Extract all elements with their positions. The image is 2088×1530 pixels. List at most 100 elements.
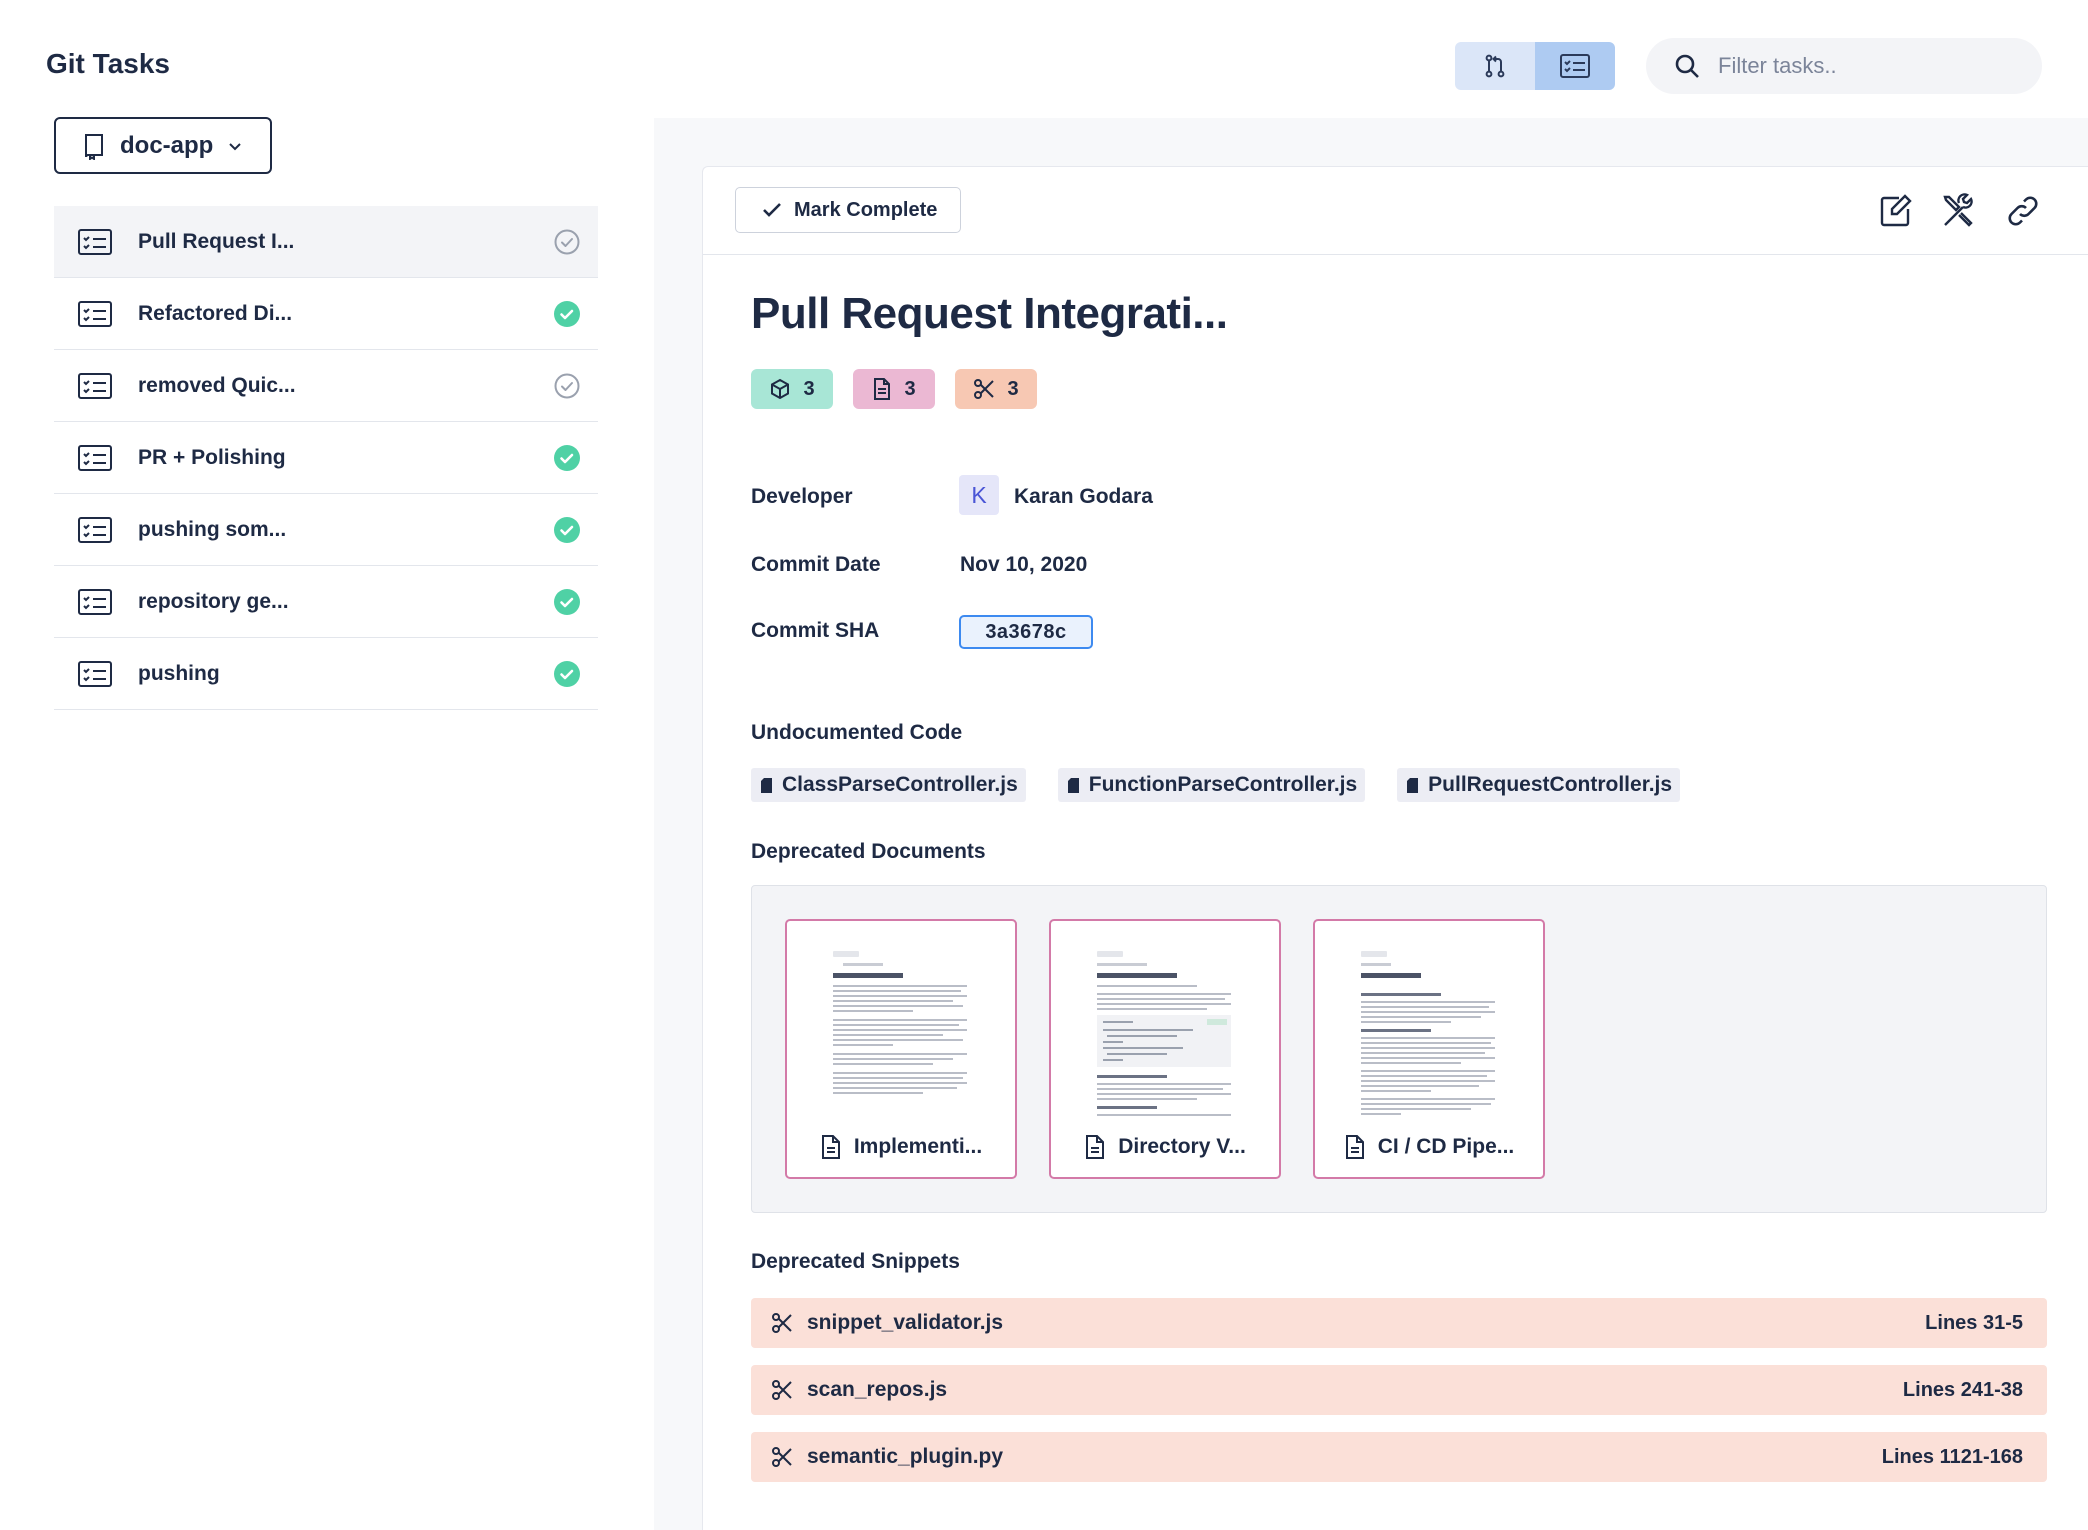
check-circle-filled-icon[interactable] [554, 589, 580, 615]
commit-date: Nov 10, 2020 [960, 553, 1088, 576]
deprecated-documents-title: Deprecated Documents [751, 840, 986, 863]
task-item[interactable]: removed Quic... [54, 350, 598, 422]
check-circle-outline-icon[interactable] [554, 373, 580, 399]
document-count-badge[interactable]: 3 [853, 369, 935, 409]
task-list: Pull Request I... Refactored Di... removed… [54, 206, 598, 710]
file-icon [1407, 777, 1419, 793]
link-icon[interactable] [2005, 193, 2041, 229]
mark-complete-button[interactable]: Mark Complete [735, 187, 961, 233]
task-item[interactable]: pushing [54, 638, 598, 710]
snippet-name: snippet_validator.js [807, 1311, 1004, 1334]
snippet-lines: Lines 241-38 [1902, 1378, 2023, 1401]
file-name: PullRequestController.js [1428, 773, 1673, 796]
chevron-down-icon [227, 138, 243, 154]
file-chip[interactable]: ClassParseController.js [751, 768, 1026, 802]
document-icon [1084, 1135, 1106, 1159]
task-label: PR + Polishing [138, 445, 286, 469]
repo-book-icon [82, 132, 106, 160]
document-thumbnail [1361, 951, 1495, 1115]
task-item[interactable]: Pull Request I... [54, 206, 598, 278]
repo-selector[interactable]: doc-app [54, 117, 272, 174]
scissors-icon [973, 378, 995, 400]
document-name: Implementi... [853, 1135, 983, 1158]
file-chip[interactable]: PullRequestController.js [1397, 768, 1681, 802]
task-label: Refactored Di... [138, 301, 293, 325]
badge-count: 3 [904, 377, 916, 400]
file-chip[interactable]: FunctionParseController.js [1057, 768, 1366, 802]
task-label: pushing [138, 661, 220, 685]
file-icon [761, 777, 772, 793]
task-label: pushing som... [138, 517, 287, 541]
code-count-badge[interactable]: 3 [751, 369, 833, 409]
check-circle-outline-icon[interactable] [554, 229, 580, 255]
document-card[interactable]: Implementi... [785, 919, 1017, 1179]
task-label: removed Quic... [138, 373, 296, 397]
scissors-icon [771, 1312, 793, 1334]
snippet-row[interactable]: semantic_plugin.py Lines 1121-168 [751, 1432, 2047, 1482]
check-circle-filled-icon[interactable] [554, 517, 580, 543]
checklist-icon [1560, 54, 1590, 78]
avatar: K [959, 475, 999, 515]
undocumented-file-list: ClassParseController.js FunctionParseCon… [751, 768, 1681, 802]
check-circle-filled-icon[interactable] [554, 445, 580, 471]
document-name: Directory V... [1118, 1135, 1246, 1158]
badge-count: 3 [1007, 377, 1019, 400]
checklist-icon [78, 516, 112, 543]
cube-icon [769, 378, 791, 400]
document-icon [872, 378, 892, 400]
git-pull-request-icon [1483, 53, 1507, 79]
deprecated-documents-panel: Implementi... Directory V... CI / CD Pip… [751, 885, 2047, 1213]
checklist-icon [78, 444, 112, 471]
search-icon [1674, 53, 1700, 79]
document-card[interactable]: CI / CD Pipe... [1313, 919, 1545, 1179]
document-name: CI / CD Pipe... [1377, 1135, 1515, 1158]
commit-sha[interactable]: 3a3678c [959, 615, 1093, 649]
developer-name: Karan Godara [1014, 485, 1153, 508]
document-card[interactable]: Directory V... [1049, 919, 1281, 1179]
commit-sha-label: Commit SHA [751, 619, 880, 642]
document-icon [1344, 1135, 1366, 1159]
file-icon [1067, 777, 1079, 793]
app-title: Git Tasks [46, 48, 170, 79]
check-circle-filled-icon[interactable] [554, 301, 580, 327]
task-label: repository ge... [138, 589, 289, 613]
pull-request-view-button[interactable] [1455, 42, 1535, 90]
undocumented-code-title: Undocumented Code [751, 721, 963, 744]
task-item[interactable]: pushing som... [54, 494, 598, 566]
task-item[interactable]: repository ge... [54, 566, 598, 638]
checklist-icon [78, 660, 112, 687]
document-caption: Directory V... [1051, 1135, 1279, 1159]
search-input[interactable] [1718, 53, 2018, 79]
document-thumbnail [833, 951, 967, 1094]
task-item[interactable]: Refactored Di... [54, 278, 598, 350]
scissors-icon [771, 1379, 793, 1401]
task-detail-panel: Mark Complete Pull Request Integrati... [702, 166, 2088, 1530]
developer-label: Developer [751, 485, 853, 508]
scissors-icon [771, 1446, 793, 1468]
snippet-row[interactable]: scan_repos.js Lines 241-38 [751, 1365, 2047, 1415]
mark-complete-label: Mark Complete [794, 198, 938, 221]
badge-count: 3 [803, 377, 815, 400]
snippet-count-badge[interactable]: 3 [955, 369, 1037, 409]
document-caption: Implementi... [787, 1135, 1015, 1159]
badge-row: 3 3 3 [751, 369, 1037, 409]
file-name: ClassParseController.js [782, 773, 1018, 796]
snippet-name: semantic_plugin.py [807, 1445, 1004, 1468]
deprecated-snippets-title: Deprecated Snippets [751, 1250, 960, 1273]
search-bar [1646, 38, 2042, 94]
task-item[interactable]: PR + Polishing [54, 422, 598, 494]
task-list-view-button[interactable] [1535, 42, 1615, 90]
checklist-icon [78, 228, 112, 255]
check-circle-filled-icon[interactable] [554, 661, 580, 687]
check-icon [762, 201, 782, 219]
checklist-icon [78, 300, 112, 327]
view-toggle [1455, 42, 1615, 90]
snippet-lines: Lines 1121-168 [1881, 1445, 2023, 1468]
repo-name: doc-app [120, 131, 214, 159]
snippet-row[interactable]: snippet_validator.js Lines 31-5 [751, 1298, 2047, 1348]
edit-icon[interactable] [1877, 193, 1913, 229]
task-label: Pull Request I... [138, 229, 295, 253]
tools-icon[interactable] [1941, 193, 1977, 229]
file-name: FunctionParseController.js [1088, 773, 1358, 796]
document-icon [820, 1135, 842, 1159]
